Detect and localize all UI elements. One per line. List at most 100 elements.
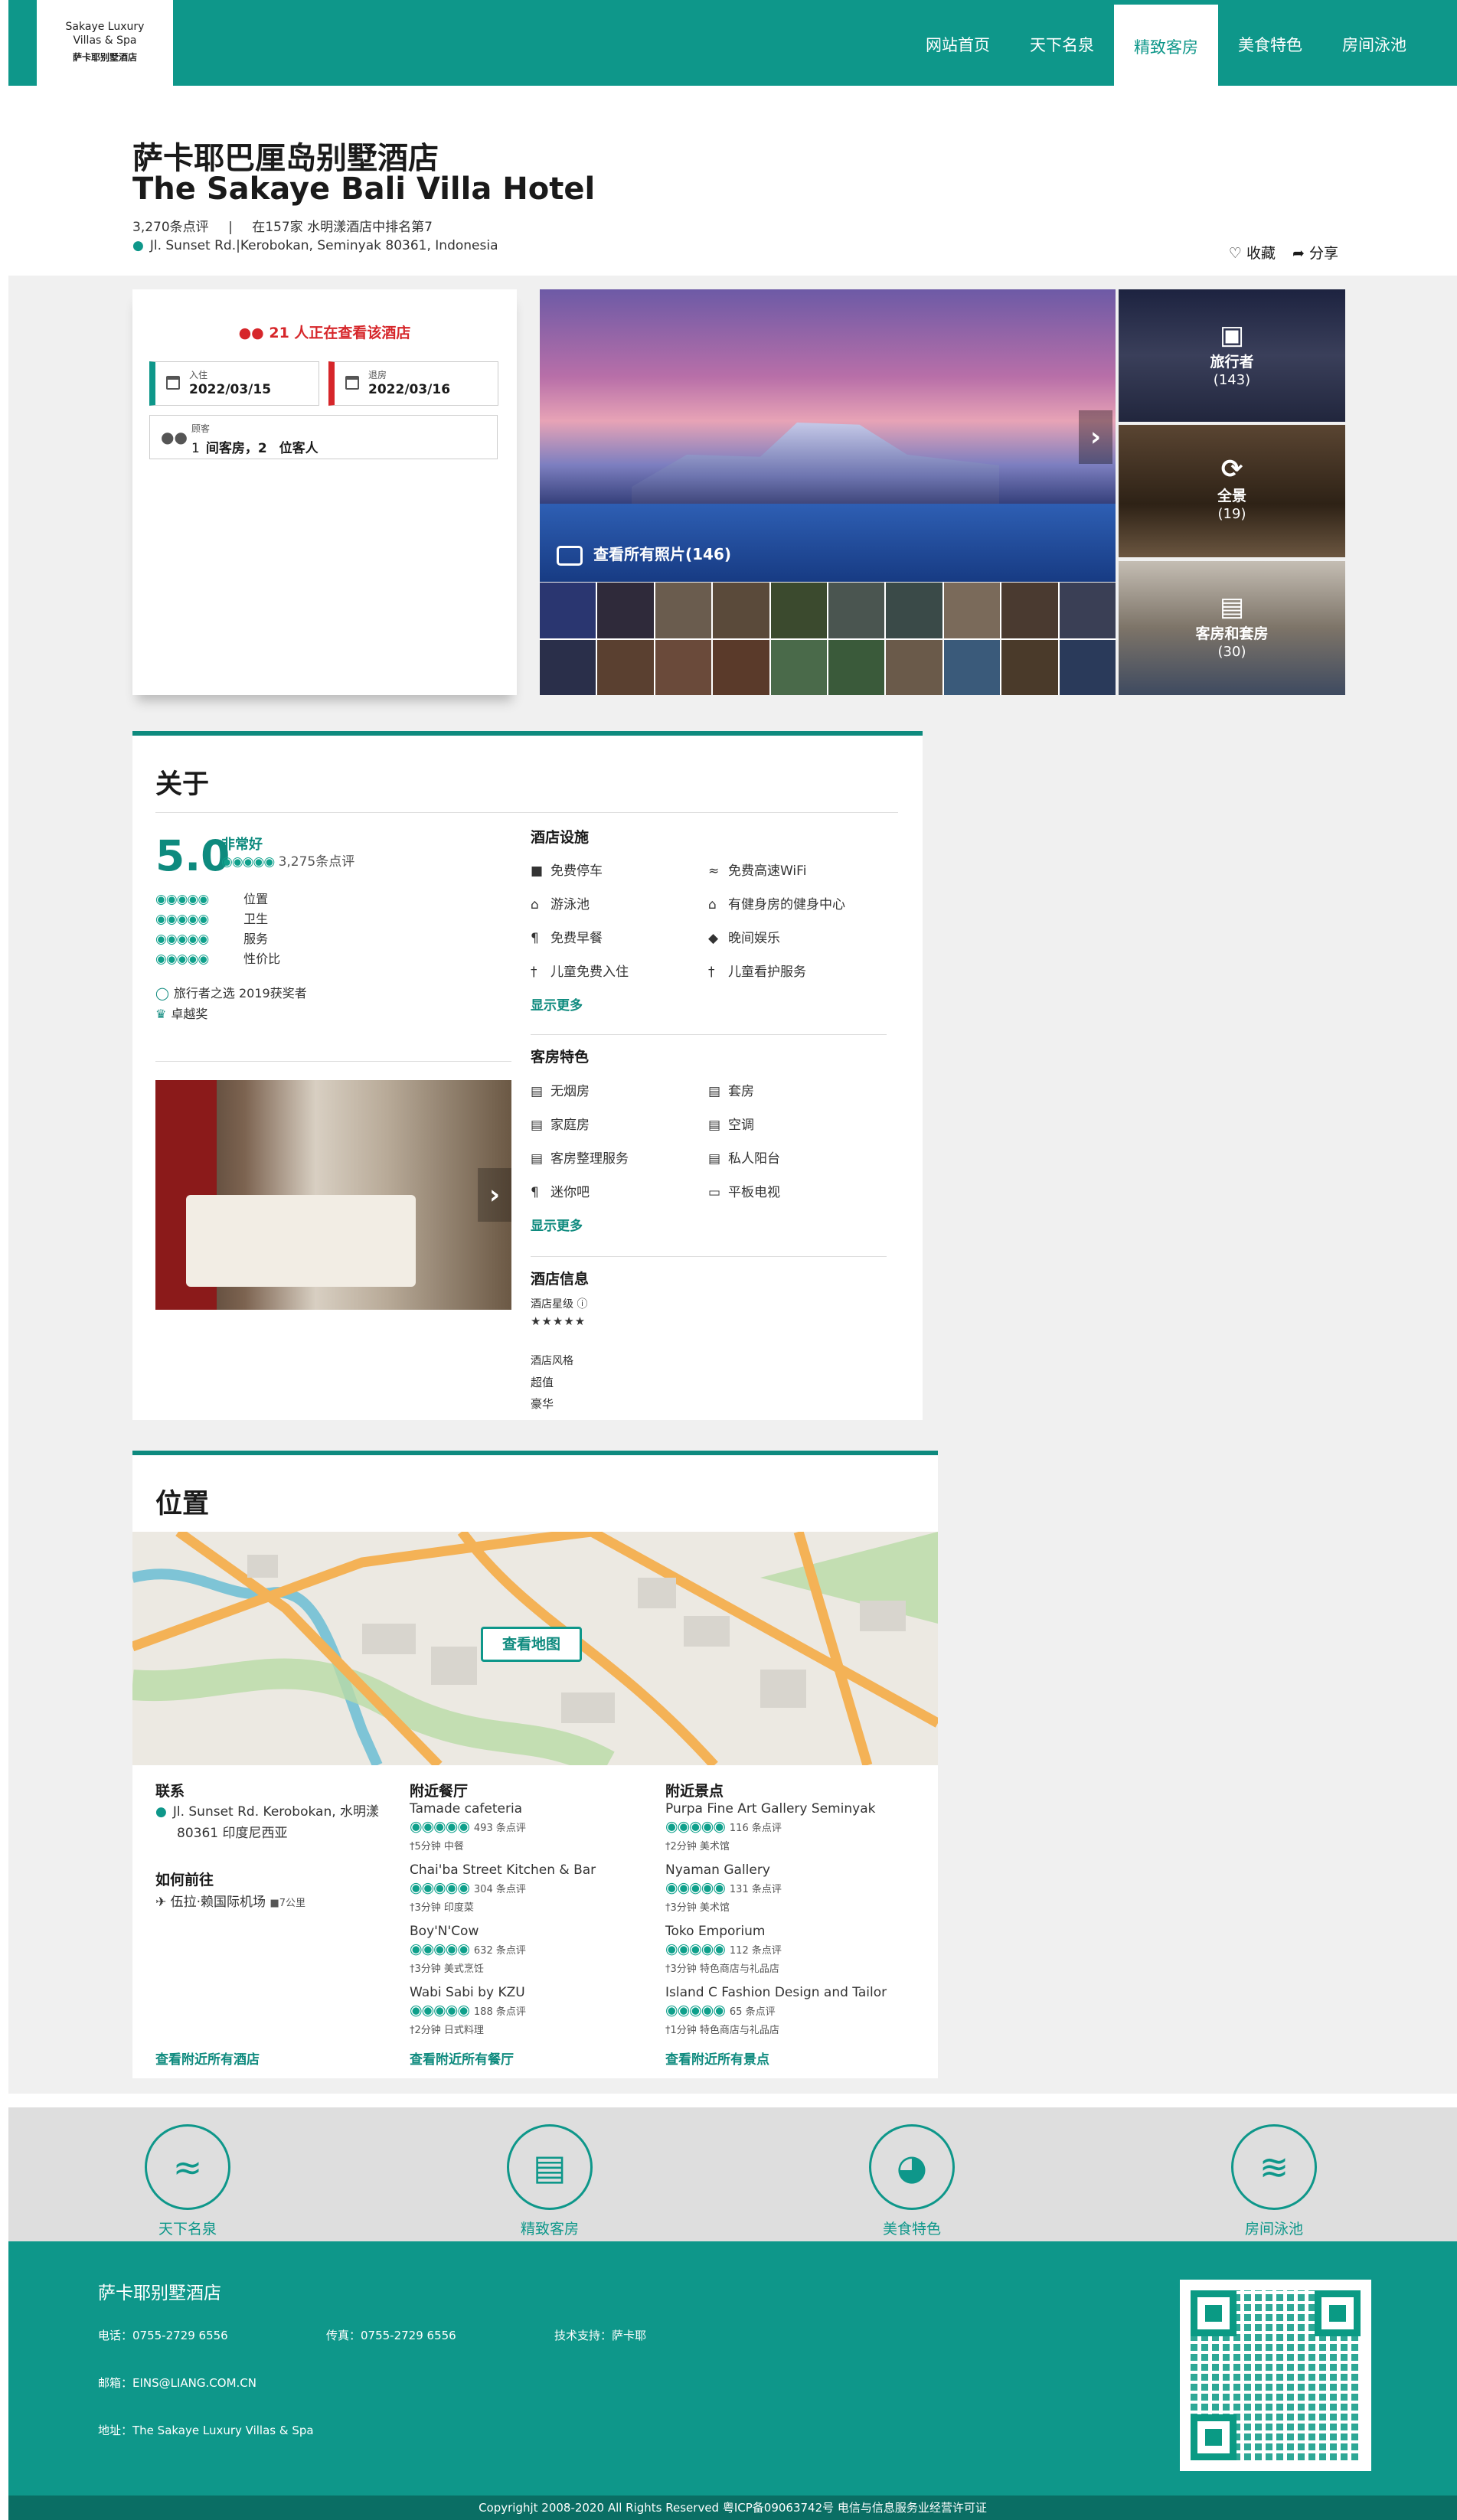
rooms-count: 1 — [191, 441, 200, 456]
thumbnail[interactable] — [886, 583, 942, 638]
thumbnail[interactable] — [597, 583, 654, 638]
calendar-icon — [345, 376, 359, 390]
thumbnail[interactable] — [655, 583, 712, 638]
view-all-photos[interactable]: 查看所有照片(146) — [557, 542, 731, 566]
amenity: † 儿童看护服务 — [708, 961, 806, 980]
panorama-tile[interactable]: ⟳ 全景 (19) — [1119, 425, 1345, 557]
attraction-name[interactable]: Island C Fashion Design and Tailor — [665, 1985, 887, 2000]
rating-label: 卫生 — [243, 912, 269, 926]
thumbnail[interactable] — [713, 639, 769, 695]
checkout-field[interactable]: 退房 2022/03/16 — [328, 361, 498, 406]
nav-food[interactable]: 美食特色 — [1218, 0, 1322, 86]
next-arrow-icon[interactable]: › — [1079, 410, 1112, 464]
traveler-photos-tile[interactable]: ▣ 旅行者 (143) — [1119, 289, 1345, 422]
footer: 萨卡耶别墅酒店 电话：0755-2729 6556 传真：0755-2729 6… — [8, 2241, 1457, 2496]
attraction-reviews: 116 条点评 — [729, 1823, 782, 1834]
thumbnail[interactable] — [828, 583, 885, 638]
main-photo[interactable]: › 查看所有照片(146) — [540, 289, 1116, 582]
thumbnail[interactable] — [1001, 639, 1058, 695]
thumbnail[interactable] — [597, 639, 654, 695]
save-button[interactable]: ♡ 收藏 — [1229, 242, 1276, 263]
nav-springs[interactable]: 天下名泉 — [1010, 0, 1114, 86]
overall-score: 5.0 — [155, 831, 230, 880]
amenities-show-more[interactable]: 显示更多 — [531, 994, 583, 1014]
thumbnail[interactable] — [540, 639, 596, 695]
rooms-label: 客房和套房 — [1195, 625, 1269, 642]
nearby-hotels-link[interactable]: 查看附近所有酒店 — [155, 2048, 260, 2068]
thumbnail[interactable] — [770, 583, 827, 638]
map-pin-icon: ● — [155, 1804, 167, 1820]
guests-field[interactable]: ●● 顾客 1 间客房，2 位客人 — [149, 415, 498, 459]
nav-pool[interactable]: 房间泳池 — [1322, 0, 1426, 86]
score-count[interactable]: 3,275条点评 — [279, 854, 355, 870]
home-icon: ⌂ — [708, 897, 717, 912]
thumbnail[interactable] — [655, 639, 712, 695]
room-features-show-more[interactable]: 显示更多 — [531, 1215, 583, 1234]
restaurant-name[interactable]: Wabi Sabi by KZU — [410, 1985, 525, 2000]
hotel-rank[interactable]: 在157家 水明漾酒店中排名第7 — [252, 220, 433, 235]
thumbnail[interactable] — [828, 639, 885, 695]
checkin-label: 入住 — [189, 370, 208, 380]
attraction-name[interactable]: Toko Emporium — [665, 1924, 765, 1939]
room-feature: ▭ 平板电视 — [708, 1181, 780, 1200]
nearby-restaurants-link[interactable]: 查看附近所有餐厅 — [410, 2048, 514, 2068]
share-button[interactable]: ➦ 分享 — [1292, 242, 1338, 263]
restaurant-distance: †2分钟 日式料理 — [410, 2022, 484, 2036]
guests-unit: 位客人 — [279, 441, 319, 456]
attraction-reviews: 65 条点评 — [729, 2006, 776, 2018]
category-food[interactable]: ◕ 美食特色 — [835, 2124, 988, 2238]
rating-bubbles-icon: ◉◉◉◉◉ — [410, 1941, 470, 1957]
restaurant-name[interactable]: Boy'N'Cow — [410, 1924, 479, 1939]
footer-name: 萨卡耶别墅酒店 — [98, 2283, 221, 2303]
thumbnail[interactable] — [1001, 583, 1058, 638]
rooms-unit: 间客房，2 — [205, 441, 267, 456]
header-actions: ♡ 收藏 ➦ 分享 — [1229, 242, 1338, 263]
rating-bubbles-icon: ◉◉◉◉◉ — [155, 952, 209, 967]
footer-email[interactable]: 邮箱：EINS@LIANG.COM.CN — [98, 2375, 256, 2391]
category-springs[interactable]: ≈ 天下名泉 — [111, 2124, 264, 2238]
category-rooms[interactable]: ▤ 精致客房 — [473, 2124, 626, 2238]
location-section: 位置 查看地图 联系 ● Jl. Sunset Rd. Kerobokan, 水… — [132, 1451, 938, 2078]
checkin-field[interactable]: 入住 2022/03/15 — [149, 361, 319, 406]
thumbnail[interactable] — [943, 639, 1001, 695]
room-feature: ▤ 无烟房 — [531, 1080, 590, 1099]
restaurant-name[interactable]: Tamade cafeteria — [410, 1801, 522, 1817]
hotel-name-en: The Sakaye Bali Villa Hotel — [132, 171, 596, 207]
next-arrow-icon[interactable]: › — [478, 1168, 511, 1222]
review-count[interactable]: 3,270条点评 — [132, 220, 209, 235]
attraction-rating: ◉◉◉◉◉ 65 条点评 — [665, 2002, 776, 2019]
thumbnail[interactable] — [770, 639, 827, 695]
attraction-name[interactable]: Purpa Fine Art Gallery Seminyak — [665, 1801, 876, 1817]
car-icon: ■ — [270, 1898, 279, 1909]
view-all-photos-label: 查看所有照片(146) — [593, 545, 732, 563]
room-photo[interactable]: › — [155, 1080, 511, 1310]
restaurant-name[interactable]: Chai'ba Street Kitchen & Bar — [410, 1862, 596, 1878]
nearby-attractions-link[interactable]: 查看附近所有景点 — [665, 2048, 769, 2068]
amenity-label: 晚间娱乐 — [728, 931, 780, 946]
map[interactable]: 查看地图 — [132, 1532, 938, 1765]
thumbnail[interactable] — [713, 583, 769, 638]
category-pool[interactable]: ≋ 房间泳池 — [1197, 2124, 1351, 2238]
nav-rooms[interactable]: 精致客房 — [1114, 5, 1218, 86]
view-map-button[interactable]: 查看地图 — [481, 1627, 582, 1662]
thumbnail[interactable] — [1059, 583, 1116, 638]
nav-home[interactable]: 网站首页 — [906, 0, 1010, 86]
save-label: 收藏 — [1246, 245, 1276, 262]
thumbnail[interactable] — [540, 583, 596, 638]
logo[interactable]: Sakaye Luxury Villas & Spa 萨卡耶别墅酒店 — [37, 0, 173, 86]
divider — [531, 1256, 887, 1257]
divider — [155, 1061, 511, 1062]
share-icon: ➦ — [1292, 245, 1305, 262]
attraction-name[interactable]: Nyaman Gallery — [665, 1862, 770, 1878]
thumbnail[interactable] — [943, 583, 1001, 638]
swimming-icon: ≋ — [1231, 2124, 1317, 2210]
qr-finder — [1191, 2290, 1236, 2336]
amenity: † 儿童免费入住 — [531, 961, 629, 980]
thumbnail[interactable] — [1059, 639, 1116, 695]
info-icon[interactable]: ⓘ — [577, 1298, 587, 1311]
attraction-type: 特色商店与礼品店 — [699, 2025, 779, 2036]
guests-label: 顾客 — [191, 423, 211, 434]
thumbnail[interactable] — [886, 639, 942, 695]
award-text: 卓越奖 — [171, 1007, 208, 1021]
rooms-tile[interactable]: ▤ 客房和套房 (30) — [1119, 561, 1345, 695]
